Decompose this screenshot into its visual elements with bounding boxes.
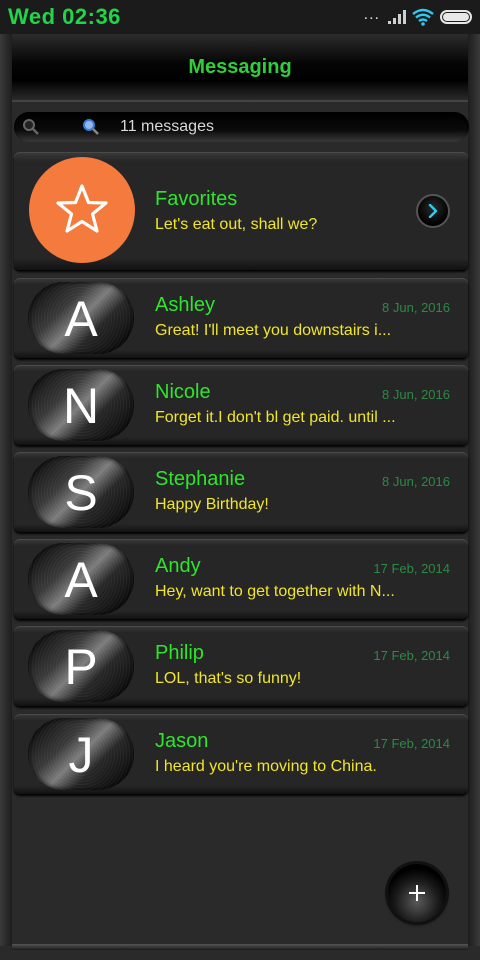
search-bar[interactable]: 11 messages — [14, 112, 469, 142]
battery-level — [443, 13, 469, 21]
search-icon — [83, 119, 99, 135]
favorites-row[interactable]: Favorites Let's eat out, shall we? — [14, 152, 468, 270]
plus-icon — [409, 885, 425, 901]
avatar-letter: N — [62, 378, 100, 434]
message-preview: I heard you're moving to China. — [155, 758, 377, 775]
avatar-letter: P — [64, 639, 98, 695]
conversation-row[interactable]: S Stephanie 8 Jun, 2016 Happy Birthday! — [14, 452, 468, 532]
contact-name: Jason — [155, 730, 209, 752]
message-date: 17 Feb, 2014 — [373, 736, 450, 751]
message-date: 8 Jun, 2016 — [382, 387, 450, 402]
bottom-frame — [12, 944, 468, 950]
message-preview: Forget it.I don't bl get paid. until ... — [155, 409, 396, 426]
contact-name: Nicole — [155, 381, 211, 403]
contact-name: Andy — [155, 555, 201, 577]
magnifier-icon — [23, 119, 39, 135]
message-date: 17 Feb, 2014 — [373, 648, 450, 663]
messaging-screen: Wed 02:36 ... Messaging 11 messages Favo… — [0, 0, 480, 960]
status-clock: Wed 02:36 — [8, 4, 121, 29]
conversation-row[interactable]: A Ashley 8 Jun, 2016 Great! I'll meet you d… — [14, 278, 468, 358]
new-message-button[interactable] — [388, 864, 446, 922]
message-date: 8 Jun, 2016 — [382, 300, 450, 315]
contact-avatar: N — [28, 369, 134, 441]
conversation-row[interactable]: N Nicole 8 Jun, 2016 Forget it.I don't bl g… — [14, 365, 468, 445]
frame-right — [468, 34, 480, 946]
message-date: 8 Jun, 2016 — [382, 474, 450, 489]
conversation-row[interactable]: P Philip 17 Feb, 2014 LOL, that's so funny! — [14, 626, 468, 706]
contact-avatar: P — [28, 630, 134, 702]
contact-name: Ashley — [155, 294, 216, 316]
contact-avatar: J — [28, 718, 134, 790]
star-icon — [56, 184, 108, 233]
chevron-right-icon — [428, 204, 438, 218]
search-input[interactable]: 11 messages — [120, 118, 214, 136]
favorites-open-button[interactable] — [416, 194, 450, 228]
app-header: Messaging — [12, 34, 468, 102]
overflow-dots-icon: ... — [363, 6, 380, 23]
contact-avatar: A — [28, 282, 134, 354]
conversation-row[interactable]: J Jason 17 Feb, 2014 I heard you're moving … — [14, 714, 468, 794]
battery-icon — [440, 10, 472, 24]
page-title: Messaging — [188, 56, 292, 78]
contact-avatar: S — [28, 456, 134, 528]
favorites-avatar — [29, 157, 135, 263]
message-preview: Hey, want to get together with N... — [155, 583, 395, 600]
contact-name: Stephanie — [155, 468, 246, 490]
message-preview: LOL, that's so funny! — [155, 670, 302, 687]
conversation-row[interactable]: A Andy 17 Feb, 2014 Hey, want to get togeth… — [14, 539, 468, 619]
message-preview: Happy Birthday! — [155, 496, 269, 513]
avatar-letter: J — [68, 727, 94, 783]
contact-name: Philip — [155, 642, 204, 664]
status-icons: ... — [364, 6, 472, 28]
avatar-letter: A — [64, 291, 98, 347]
message-preview: Great! I'll meet you downstairs i... — [155, 322, 392, 339]
frame-left — [0, 34, 12, 946]
contact-avatar: A — [28, 543, 134, 615]
favorites-name: Favorites — [155, 188, 238, 210]
wifi-icon — [412, 8, 434, 26]
status-bar: Wed 02:36 ... — [0, 0, 480, 34]
avatar-letter: A — [64, 552, 98, 608]
message-date: 17 Feb, 2014 — [373, 561, 450, 576]
favorites-preview: Let's eat out, shall we? — [155, 216, 318, 233]
signal-icon — [388, 10, 406, 24]
avatar-letter: S — [64, 465, 98, 521]
